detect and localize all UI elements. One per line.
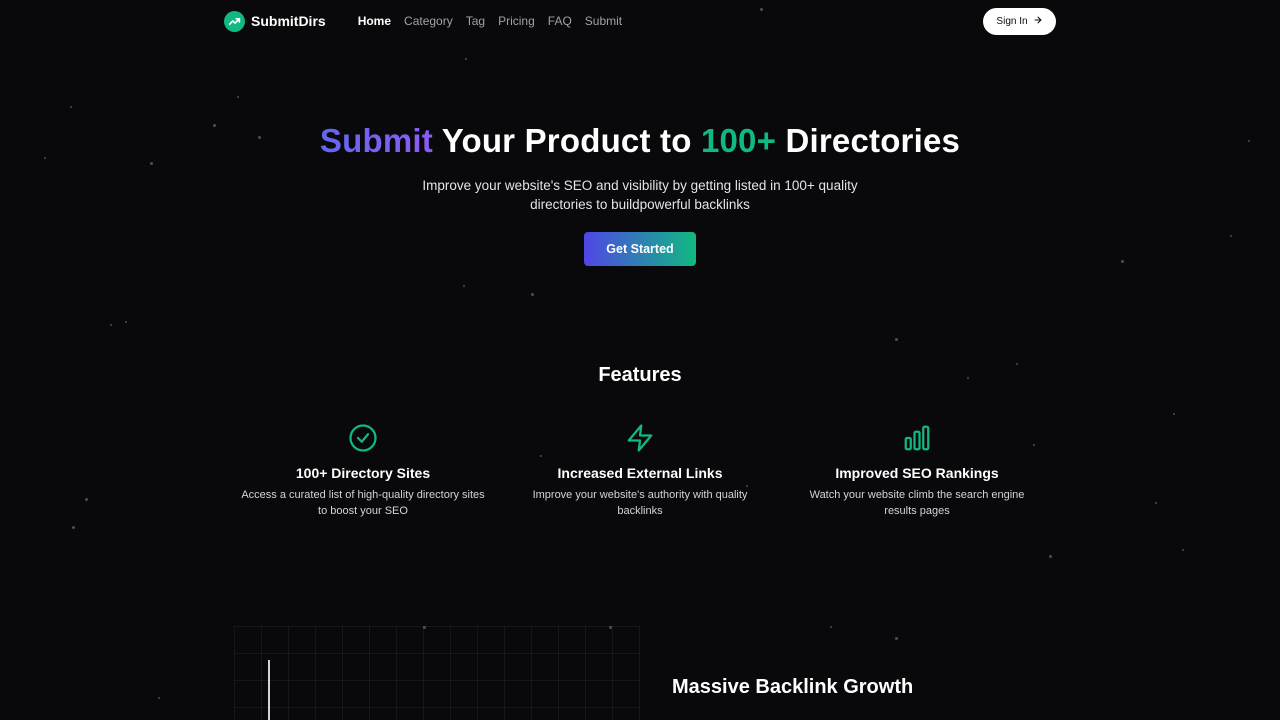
nav-item-tag[interactable]: Tag [466, 14, 485, 28]
star-dot [1049, 555, 1052, 558]
star-dot [830, 626, 832, 628]
star-dot [237, 96, 239, 98]
star-dot [70, 106, 72, 108]
backlink-growth-visual [234, 626, 640, 720]
feature-card-directory-sites: 100+ Directory Sites Access a curated li… [238, 423, 488, 519]
brand-logo[interactable]: SubmitDirs [224, 10, 326, 32]
star-dot [150, 162, 153, 165]
star-dot [1121, 260, 1124, 263]
nav-item-submit[interactable]: Submit [585, 14, 622, 28]
nav-item-pricing[interactable]: Pricing [498, 14, 535, 28]
hero-title-end: Directories [776, 122, 961, 159]
feature-description: Watch your website climb the search engi… [809, 489, 1025, 517]
nav-item-faq[interactable]: FAQ [548, 14, 572, 28]
feature-card-external-links: Increased External Links Improve your we… [515, 423, 765, 519]
features-heading: Features [598, 364, 682, 386]
hero-title-count: 100+ [700, 122, 777, 159]
star-dot [125, 321, 127, 323]
star-dot [158, 697, 160, 699]
sign-in-button[interactable]: Sign In [983, 7, 1056, 35]
star-dot [1173, 413, 1175, 415]
star-dot [531, 293, 534, 296]
feature-description: Improve your website's authority with qu… [532, 489, 748, 517]
get-started-button[interactable]: Get Started [584, 232, 696, 266]
hero-subtitle: Improve your website's SEO and visibilit… [422, 178, 858, 212]
star-dot [1155, 502, 1157, 504]
feature-title: Improved SEO Rankings [835, 465, 999, 481]
backlink-growth-heading: Massive Backlink Growth [672, 676, 914, 698]
top-navbar: SubmitDirs Home Category Tag Pricing FAQ… [224, 0, 1056, 42]
hero-title: Submit Your Product to 100+ Directories [0, 122, 1280, 160]
hero-title-submit: Submit [319, 122, 433, 159]
nav-item-category[interactable]: Category [404, 14, 453, 28]
sign-in-label: Sign In [996, 15, 1028, 27]
star-dot [1182, 549, 1184, 551]
feature-description: Access a curated list of high-quality di… [241, 489, 485, 517]
feature-card-seo-rankings: Improved SEO Rankings Watch your website… [792, 423, 1042, 519]
star-dot [72, 526, 75, 529]
star-dot [465, 58, 467, 60]
star-dot [85, 498, 88, 501]
star-dot [895, 637, 898, 640]
main-nav: Home Category Tag Pricing FAQ Submit [358, 14, 622, 28]
star-dot [895, 338, 898, 341]
feature-title: 100+ Directory Sites [295, 465, 431, 481]
feature-title: Increased External Links [557, 465, 723, 481]
nav-item-home[interactable]: Home [358, 14, 391, 28]
hero-title-middle: Your Product to [432, 122, 701, 159]
star-dot [1230, 235, 1232, 237]
check-circle-icon [238, 423, 488, 453]
star-dot [110, 324, 112, 326]
trend-up-icon [224, 10, 245, 32]
growth-bar [268, 660, 270, 720]
bar-chart-icon [792, 423, 1042, 453]
star-dot [463, 285, 465, 287]
brand-name: SubmitDirs [251, 13, 326, 29]
lightning-icon [515, 423, 765, 453]
arrow-right-icon [1033, 15, 1043, 28]
starfield-background [0, 0, 1280, 720]
